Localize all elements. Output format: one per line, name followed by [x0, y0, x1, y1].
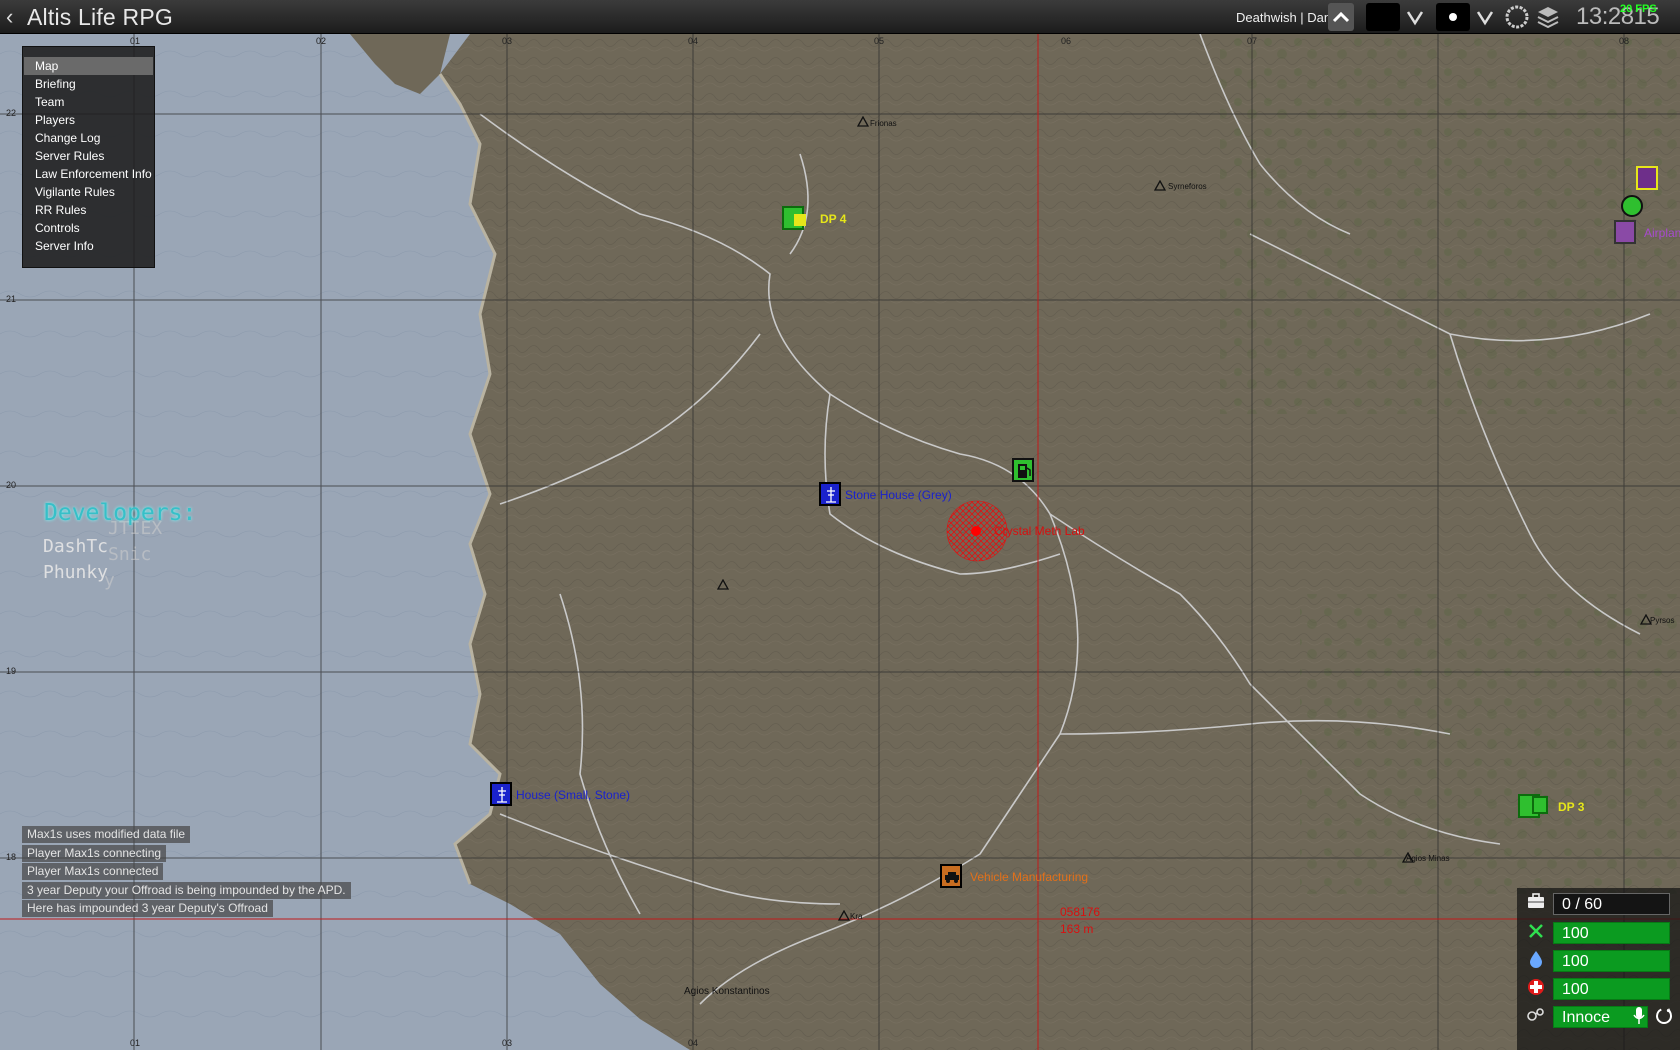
house-icon [826, 487, 836, 503]
menu-item-rr-rules[interactable]: RR Rules [24, 201, 153, 219]
town-icon [1154, 180, 1166, 191]
place-label: Syrneforos [1168, 182, 1207, 191]
menu-item-players[interactable]: Players [24, 111, 153, 129]
status-hud: 0 / 60 100 100 100 Innoce [1517, 888, 1680, 1050]
wanted-status: Innoce [1562, 1009, 1611, 1026]
meth-lab-label: Crystal Meth Lab [994, 524, 1085, 538]
health-row: 100 [1517, 976, 1680, 1002]
fork-knife-icon [1526, 922, 1546, 942]
place-label: Kra [850, 912, 863, 921]
fuel-pump-icon [1018, 464, 1031, 478]
marker-type-button[interactable] [1436, 3, 1470, 31]
grid-label-left: 22 [6, 108, 17, 118]
menu-item-controls[interactable]: Controls [24, 219, 153, 237]
distance-readout: 163 m [1060, 922, 1094, 936]
back-icon[interactable]: ‹ [6, 4, 13, 30]
place-label: Frionas [870, 119, 897, 128]
food-bar: 100 [1553, 922, 1670, 944]
dp3-label: DP 3 [1558, 800, 1585, 814]
briefcase-icon [1526, 893, 1546, 913]
grid-label-top: 03 [502, 36, 513, 46]
grid-label-top: 07 [1247, 36, 1258, 46]
chevron-down-icon-2[interactable] [1474, 3, 1496, 31]
menu-item-briefing[interactable]: Briefing [24, 75, 153, 93]
menu-item-map[interactable]: Map [24, 57, 153, 75]
chat-line: Max1s uses modified data file [22, 826, 191, 843]
water-drop-icon [1526, 950, 1546, 970]
food-value: 100 [1562, 925, 1589, 942]
status-row: Innoce [1517, 1004, 1680, 1030]
chat-line: Player Max1s connecting [22, 845, 167, 862]
map-menu: Map Briefing Team Players Change Log Ser… [22, 46, 155, 268]
water-bar: 100 [1553, 950, 1670, 972]
developer-name: Phunky [43, 562, 109, 583]
inventory-value: 0 / 60 [1562, 896, 1603, 913]
car-icon [945, 872, 959, 883]
town-icon [1640, 614, 1652, 625]
menu-item-change-log[interactable]: Change Log [24, 129, 153, 147]
grid-label-bottom: 01 [130, 1038, 141, 1048]
airplane-label: Airplan [1644, 226, 1680, 240]
sync-icon[interactable] [1652, 1006, 1676, 1028]
grid-label-left: 18 [6, 852, 17, 862]
fps-counter: 20 FPS [1620, 3, 1657, 15]
microphone-icon[interactable] [1628, 1006, 1650, 1028]
chat-line: Here has impounded 3 year Deputy's Offro… [22, 900, 273, 917]
player-name: Deathwish | Danie [1236, 10, 1342, 25]
grid-label-top: 01 [130, 36, 141, 46]
menu-item-server-rules[interactable]: Server Rules [24, 147, 153, 165]
town-icon [857, 116, 869, 127]
game-screen: ‹ Altis Life RPG Deathwish | Danie 13:28… [0, 0, 1680, 1050]
app-title: Altis Life RPG [27, 4, 173, 30]
circle-icon[interactable] [1502, 3, 1532, 31]
inventory-row: 0 / 60 [1517, 891, 1680, 917]
grid-label-bottom: 04 [688, 1038, 699, 1048]
grid-label-bottom: 03 [502, 1038, 513, 1048]
grid-label-top: 05 [874, 36, 885, 46]
house-icon [497, 787, 507, 803]
vehicle-manufacturing-label: Vehicle Manufacturing [970, 870, 1089, 884]
grid-label-top: 06 [1061, 36, 1072, 46]
developers-title: Developers: [44, 500, 197, 526]
grid-label-left: 21 [6, 294, 17, 304]
top-bar: ‹ Altis Life RPG Deathwish | Danie 13:28… [0, 0, 1680, 34]
town-icon [717, 579, 729, 590]
chat-line: Player Max1s connected [22, 863, 164, 880]
grid-label-top: 04 [688, 36, 699, 46]
health-cross-icon [1526, 978, 1546, 998]
health-bar: 100 [1553, 978, 1670, 1000]
handcuffs-icon [1526, 1006, 1546, 1026]
health-value: 100 [1562, 981, 1589, 998]
grid-readout: 058176 [1060, 905, 1101, 919]
water-value: 100 [1562, 953, 1589, 970]
chevron-down-icon[interactable] [1404, 3, 1426, 31]
place-label: Agios Konstantinos [684, 986, 770, 997]
color-swatch-button[interactable] [1366, 3, 1400, 31]
menu-item-team[interactable]: Team [24, 93, 153, 111]
menu-item-vigilante-rules[interactable]: Vigilante Rules [24, 183, 153, 201]
town-icon [1402, 852, 1414, 863]
dp4-label: DP 4 [820, 212, 847, 226]
grid-label-left: 20 [6, 480, 17, 490]
developer-ghost: Snic [108, 544, 152, 565]
layers-icon[interactable] [1534, 3, 1562, 31]
inventory-bar: 0 / 60 [1553, 893, 1670, 915]
grid-label-left: 19 [6, 666, 17, 676]
grid-label-top: 08 [1619, 36, 1630, 46]
small-house-label: House (Small, Stone) [516, 788, 631, 802]
menu-item-law-enforcement[interactable]: Law Enforcement Info [24, 165, 153, 183]
chevron-up-icon[interactable] [1328, 3, 1354, 31]
meth-lab-dot [971, 526, 981, 536]
grid-label-top: 02 [316, 36, 327, 46]
town-icon [838, 910, 850, 921]
place-label: Pyrsos [1650, 616, 1675, 625]
developer-name: DashTc [43, 536, 109, 557]
menu-item-server-info[interactable]: Server Info [24, 237, 153, 255]
chat-line: 3 year Deputy your Offroad is being impo… [22, 882, 351, 899]
water-row: 100 [1517, 948, 1680, 974]
stone-house-label: Stone House (Grey) [845, 488, 952, 502]
food-row: 100 [1517, 920, 1680, 946]
